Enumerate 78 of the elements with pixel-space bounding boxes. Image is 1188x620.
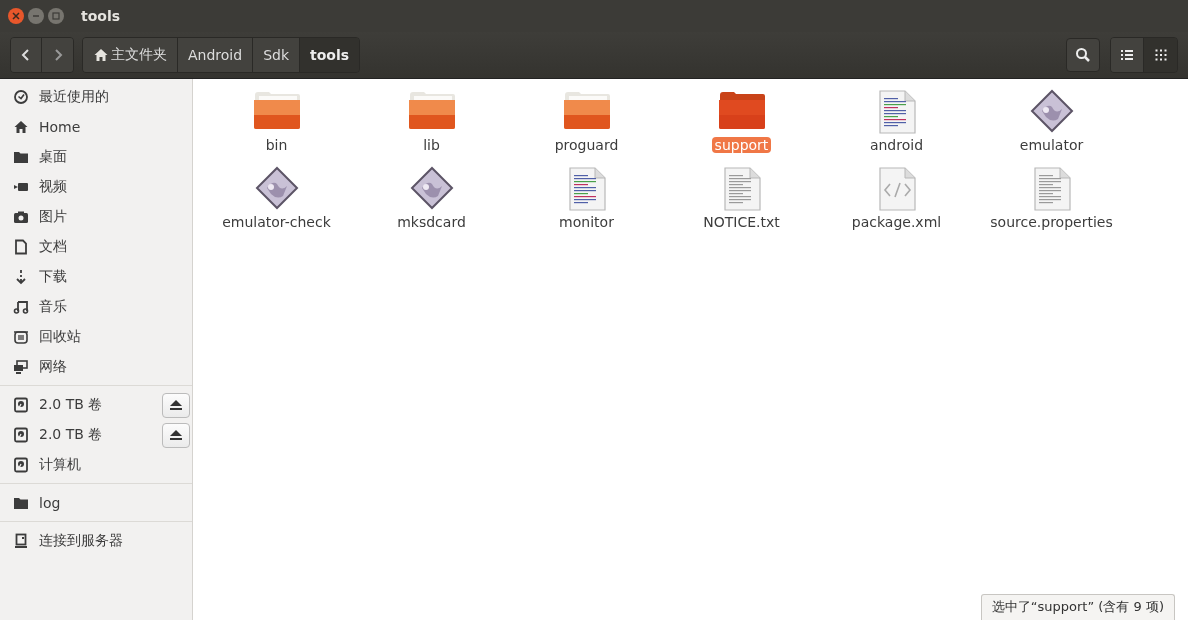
breadcrumb-button[interactable]: Android <box>178 38 254 72</box>
list-view-button[interactable] <box>1111 38 1144 72</box>
file-name: mksdcard <box>396 214 467 230</box>
search-icon <box>1075 47 1091 63</box>
breadcrumb-button[interactable]: 主文件夹 <box>83 38 178 72</box>
sidebar-item[interactable]: 连接到服务器 <box>0 526 190 556</box>
file-name: NOTICE.txt <box>702 214 781 230</box>
file-name: monitor <box>558 214 615 230</box>
file-name: source.properties <box>989 214 1114 230</box>
drive-icon <box>13 457 29 473</box>
search-button[interactable] <box>1066 38 1100 72</box>
back-button[interactable] <box>11 38 42 72</box>
eject-icon <box>169 399 183 411</box>
breadcrumb-button[interactable]: Sdk <box>253 38 301 72</box>
file-name: bin <box>264 137 289 153</box>
sidebar-item[interactable]: 音乐 <box>0 292 190 322</box>
sidebar-item[interactable]: 桌面 <box>0 142 190 172</box>
home-icon <box>93 47 109 63</box>
music-icon <box>13 299 29 315</box>
file-item[interactable]: bin <box>199 89 354 166</box>
document-icon <box>13 239 29 255</box>
file-item[interactable]: source.properties <box>974 166 1129 243</box>
folder-icon <box>13 149 29 165</box>
file-item[interactable]: monitor <box>509 166 664 243</box>
home-icon <box>13 119 29 135</box>
sidebar-item[interactable]: 最近使用的 <box>0 82 190 112</box>
recent-icon <box>13 89 29 105</box>
list-icon <box>1120 48 1134 62</box>
chevron-left-icon <box>21 48 31 62</box>
folder-icon <box>13 495 29 511</box>
file-item[interactable]: emulator-check <box>199 166 354 243</box>
eject-button[interactable] <box>162 422 190 448</box>
server-icon <box>13 533 29 549</box>
camera-icon <box>13 209 29 225</box>
trash-icon <box>13 329 29 345</box>
file-item[interactable]: emulator <box>974 89 1129 166</box>
file-name: android <box>868 137 925 153</box>
download-icon <box>13 269 29 285</box>
file-name: emulator-check <box>221 214 332 230</box>
sidebar-item[interactable]: 2.0 TB 卷 <box>0 420 162 450</box>
sidebar-item[interactable]: 2.0 TB 卷 <box>0 390 162 420</box>
eject-button[interactable] <box>162 392 190 418</box>
minimize-button[interactable] <box>28 8 44 24</box>
drive-icon <box>13 397 29 413</box>
sidebar-item[interactable]: 视频 <box>0 172 190 202</box>
sidebar-item[interactable]: 计算机 <box>0 450 190 480</box>
file-item[interactable]: mksdcard <box>354 166 509 243</box>
file-item[interactable]: proguard <box>509 89 664 166</box>
sidebar-item[interactable]: log <box>0 488 190 518</box>
file-item[interactable]: NOTICE.txt <box>664 166 819 243</box>
window-title: tools <box>81 8 121 24</box>
eject-icon <box>169 429 183 441</box>
minimize-icon <box>32 12 40 20</box>
sidebar-item[interactable]: 文档 <box>0 232 190 262</box>
maximize-icon <box>52 12 60 20</box>
file-name: emulator <box>1018 137 1085 153</box>
status-bar: 选中了“support” (含有 9 项) <box>980 594 1175 620</box>
sidebar-item[interactable]: 下载 <box>0 262 190 292</box>
maximize-button[interactable] <box>48 8 64 24</box>
sidebar-item[interactable]: 回收站 <box>0 322 190 352</box>
network-icon <box>13 359 29 375</box>
breadcrumb-button[interactable]: tools <box>300 38 360 72</box>
close-icon <box>12 12 20 20</box>
chevron-right-icon <box>52 48 63 62</box>
sidebar-item[interactable]: 图片 <box>0 202 190 232</box>
grid-icon <box>1153 48 1168 62</box>
sidebar-item[interactable]: Home <box>0 112 190 142</box>
sidebar-item[interactable]: 网络 <box>0 352 190 382</box>
file-name: package.xml <box>850 214 943 230</box>
file-item[interactable]: android <box>819 89 974 166</box>
file-item[interactable]: lib <box>354 89 509 166</box>
file-name: proguard <box>553 137 620 153</box>
file-name: lib <box>422 137 441 153</box>
drive-icon <box>13 427 29 443</box>
close-button[interactable] <box>8 8 24 24</box>
grid-view-button[interactable] <box>1144 38 1177 72</box>
file-item[interactable]: package.xml <box>819 166 974 243</box>
file-name: support <box>711 137 772 153</box>
